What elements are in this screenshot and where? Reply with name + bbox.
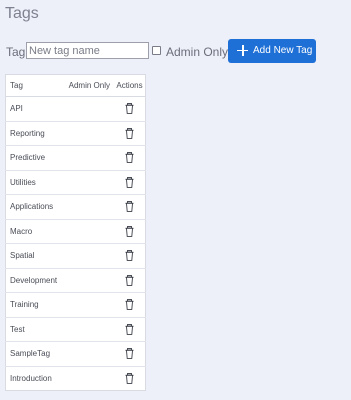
trash-icon[interactable] <box>125 250 134 262</box>
actions-cell <box>114 317 146 342</box>
admin-only-cell <box>58 121 114 146</box>
table-row: Development <box>5 268 146 293</box>
trash-icon[interactable] <box>125 103 134 115</box>
tag-name-cell: Utilities <box>10 177 36 187</box>
trash-icon[interactable] <box>125 274 134 286</box>
actions-cell <box>114 342 146 367</box>
table-row: Reporting <box>5 121 146 146</box>
actions-cell <box>114 195 146 220</box>
admin-only-checkbox[interactable] <box>152 46 161 55</box>
admin-only-cell <box>58 317 114 342</box>
table-row: API <box>5 97 146 122</box>
tag-name-cell: Predictive <box>10 153 46 163</box>
new-tag-input[interactable] <box>26 42 149 59</box>
admin-only-cell <box>58 244 114 269</box>
actions-cell <box>114 244 146 269</box>
column-header-tag[interactable]: Tag <box>5 74 58 97</box>
admin-only-cell <box>58 268 114 293</box>
admin-only-cell <box>58 146 114 171</box>
trash-icon[interactable] <box>125 127 134 139</box>
tag-name-cell: Training <box>10 300 39 310</box>
tag-name-cell: Applications <box>10 202 54 212</box>
tag-name-cell: Macro <box>10 226 33 236</box>
table-row: Training <box>5 293 146 318</box>
admin-only-cell <box>58 219 114 244</box>
tag-name-cell: Spatial <box>10 251 35 261</box>
table-header-row: Tag Admin Only Actions <box>5 74 146 97</box>
column-header-admin-only[interactable]: Admin Only <box>58 74 114 97</box>
table-row: Predictive <box>5 146 146 171</box>
table-row: Macro <box>5 219 146 244</box>
table-row: Test <box>5 317 146 342</box>
actions-cell <box>114 219 146 244</box>
trash-icon[interactable] <box>125 176 134 188</box>
column-header-actions: Actions <box>114 74 146 97</box>
actions-cell <box>114 293 146 318</box>
tag-name-cell: Development <box>10 275 58 285</box>
tags-table: Tag Admin Only Actions API Reporting Predi… <box>5 74 146 391</box>
page-title: Tags <box>5 5 39 22</box>
actions-cell <box>114 146 146 171</box>
plus-icon <box>237 45 248 56</box>
admin-only-cell <box>58 195 114 220</box>
table-row: Applications <box>5 195 146 220</box>
tag-name-cell: Reporting <box>10 128 45 138</box>
trash-icon[interactable] <box>125 201 134 213</box>
trash-icon[interactable] <box>125 348 134 360</box>
actions-cell <box>114 366 146 391</box>
admin-only-cell <box>58 366 114 391</box>
trash-icon[interactable] <box>125 299 134 311</box>
table-row: Introduction <box>6 366 146 391</box>
admin-only-cell <box>58 342 114 367</box>
add-tag-toolbar: Tag: Admin Only Add New Tag <box>6 39 346 63</box>
add-new-tag-label: Add New Tag <box>253 45 313 56</box>
tags-table-body: API Reporting Predictive Utilities Applicati… <box>5 97 146 391</box>
trash-icon[interactable] <box>125 372 134 384</box>
actions-cell <box>114 170 146 195</box>
table-row: Utilities <box>5 170 146 195</box>
actions-cell <box>114 97 146 122</box>
trash-icon[interactable] <box>125 152 134 164</box>
admin-only-cell <box>58 170 114 195</box>
actions-cell <box>114 121 146 146</box>
tag-name-cell: Introduction <box>10 373 52 383</box>
actions-cell <box>114 268 146 293</box>
admin-only-cell <box>58 97 114 122</box>
add-new-tag-button[interactable]: Add New Tag <box>228 39 316 63</box>
admin-only-cell <box>58 293 114 318</box>
admin-only-label: Admin Only <box>166 45 229 59</box>
table-row: Spatial <box>5 244 146 269</box>
trash-icon[interactable] <box>125 225 134 237</box>
tag-name-cell: Test <box>10 324 25 334</box>
trash-icon[interactable] <box>125 323 134 335</box>
tag-name-cell: SampleTag <box>10 349 51 359</box>
table-row: SampleTag <box>5 342 146 367</box>
tag-name-cell: API <box>10 104 23 114</box>
